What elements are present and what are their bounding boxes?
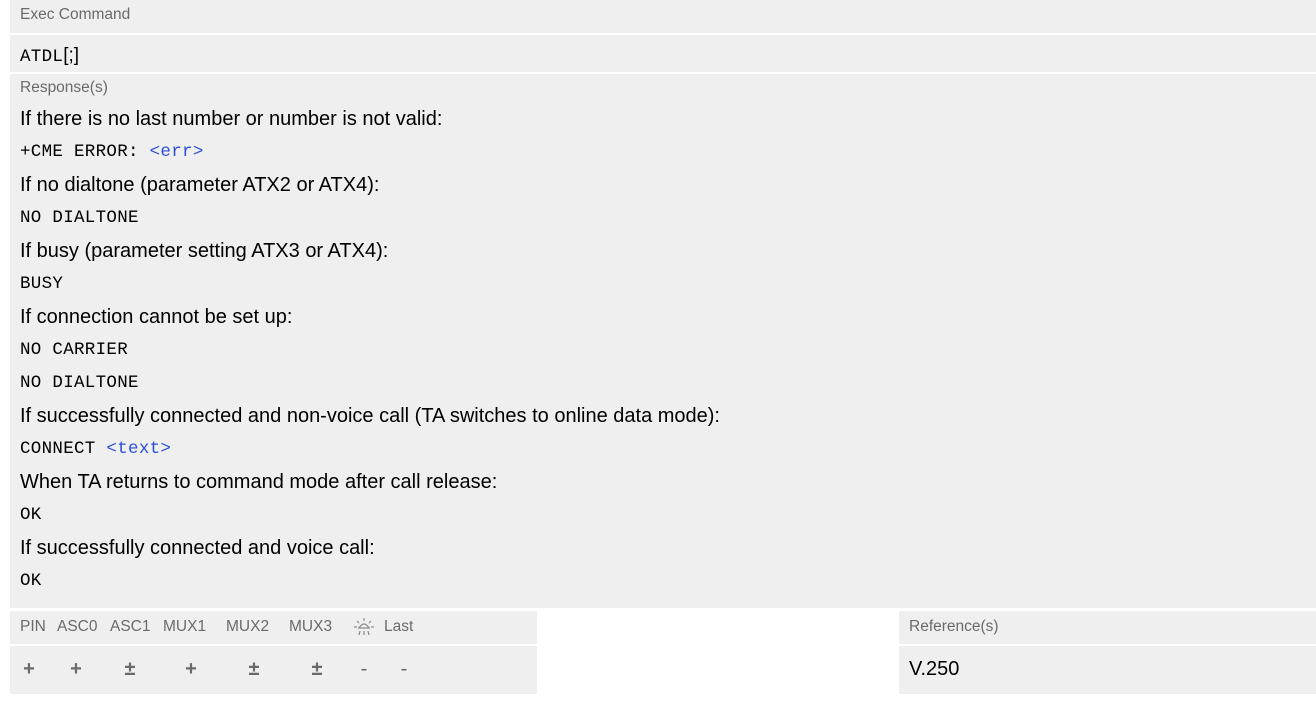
response-code-line: NO CARRIER bbox=[20, 340, 129, 360]
mux2-value: ± bbox=[248, 658, 260, 680]
syntax-line: ATDL[;] bbox=[20, 44, 79, 69]
exec-command-label: Exec Command bbox=[20, 6, 131, 23]
mux1-value: + bbox=[185, 658, 197, 680]
response-code-line: CONNECT <text> bbox=[20, 437, 171, 461]
reference-values: V.250 bbox=[899, 646, 1316, 694]
mux2-header: MUX2 bbox=[226, 618, 270, 635]
mux1-header: MUX1 bbox=[163, 618, 207, 635]
last-header: Last bbox=[384, 618, 414, 635]
asc1-value: ± bbox=[124, 658, 136, 680]
sun-value: - bbox=[360, 658, 368, 680]
command-syntax: ATDL[;] bbox=[10, 35, 1316, 72]
response-code: CONNECT bbox=[20, 439, 107, 459]
responses-label: Response(s) bbox=[20, 79, 108, 96]
sun-icon bbox=[353, 617, 375, 637]
syntax-command: ATDL bbox=[20, 47, 64, 67]
response-line: If successfully connected and non-voice … bbox=[20, 405, 720, 427]
response-line: If busy (parameter setting ATX3 or ATX4)… bbox=[20, 240, 389, 262]
response-line: If there is no last number or number is … bbox=[20, 108, 443, 130]
reference-header: Reference(s) bbox=[899, 611, 1316, 644]
response-line: When TA returns to command mode after ca… bbox=[20, 471, 498, 493]
pin-value: + bbox=[23, 658, 35, 680]
mux3-value: ± bbox=[311, 658, 323, 680]
reference-value: V.250 bbox=[909, 658, 960, 680]
response-code-line: BUSY bbox=[20, 274, 64, 294]
reference-label: Reference(s) bbox=[909, 618, 999, 635]
err-parameter-link[interactable]: <err> bbox=[150, 142, 204, 162]
asc1-header: ASC1 bbox=[110, 618, 151, 635]
asc0-header: ASC0 bbox=[57, 618, 98, 635]
response-code: +CME ERROR: bbox=[20, 142, 150, 162]
response-code-line: OK bbox=[20, 505, 42, 525]
responses-section: Response(s) If there is no last number o… bbox=[10, 74, 1316, 608]
asc0-value: + bbox=[70, 658, 82, 680]
response-line: If successfully connected and voice call… bbox=[20, 537, 375, 559]
mux3-header: MUX3 bbox=[289, 618, 333, 635]
response-line: If connection cannot be set up: bbox=[20, 306, 293, 328]
response-code-line: OK bbox=[20, 571, 42, 591]
response-code-line: +CME ERROR: <err> bbox=[20, 140, 204, 164]
response-line: If no dialtone (parameter ATX2 or ATX4): bbox=[20, 174, 380, 196]
text-parameter-link[interactable]: <text> bbox=[106, 439, 171, 459]
pin-table-header: PIN ASC0 ASC1 MUX1 MUX2 MUX3 Last bbox=[10, 611, 537, 644]
exec-command-header: Exec Command bbox=[10, 0, 1316, 33]
last-value: - bbox=[400, 658, 408, 680]
syntax-suffix: [;] bbox=[63, 45, 80, 66]
pin-header: PIN bbox=[20, 618, 46, 635]
response-code-line: NO DIALTONE bbox=[20, 373, 139, 393]
response-code-line: NO DIALTONE bbox=[20, 208, 139, 228]
pin-table-values: + + ± + ± ± - - bbox=[10, 646, 537, 694]
